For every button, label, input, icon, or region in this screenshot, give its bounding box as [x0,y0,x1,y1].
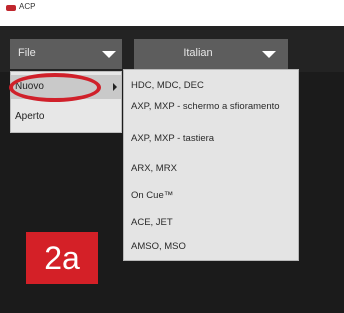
menu-item-label: Aperto [15,111,45,122]
language-dropdown[interactable]: Italian [134,39,288,69]
submenu-item-axp-mxp-keypad[interactable]: AXP, MXP - tastiera [131,133,296,144]
chevron-down-icon [102,51,116,58]
new-submenu: HDC, MDC, DEC AXP, MXP - schermo a sfior… [123,69,299,261]
submenu-item-amso-mso[interactable]: AMSO, MSO [131,241,296,252]
submenu-item-arx-mrx[interactable]: ARX, MRX [131,163,296,174]
file-dropdown[interactable]: File [10,39,122,69]
menu-item-label: Nuovo [15,81,44,92]
chevron-down-icon [262,51,276,58]
file-dropdown-label: File [18,47,36,59]
window-title: ACP [19,2,36,11]
step-badge: 2a [26,232,98,284]
submenu-item-hdc-mdc-dec[interactable]: HDC, MDC, DEC [131,80,296,91]
menu-item-nuovo[interactable]: Nuovo [11,75,121,99]
submenu-item-ace-jet[interactable]: ACE, JET [131,217,296,228]
submenu-item-on-cue[interactable]: On Cue™ [131,190,296,201]
language-dropdown-label: Italian [183,47,213,59]
chevron-right-icon [113,83,117,91]
submenu-item-axp-mxp-touchscreen[interactable]: AXP, MXP - schermo a sfioramento [131,101,296,112]
app-logo-icon [6,5,16,11]
menu-item-aperto[interactable]: Aperto [11,105,121,129]
file-menu: Nuovo Aperto [10,71,122,133]
window-titlebar: ACP [0,0,344,26]
